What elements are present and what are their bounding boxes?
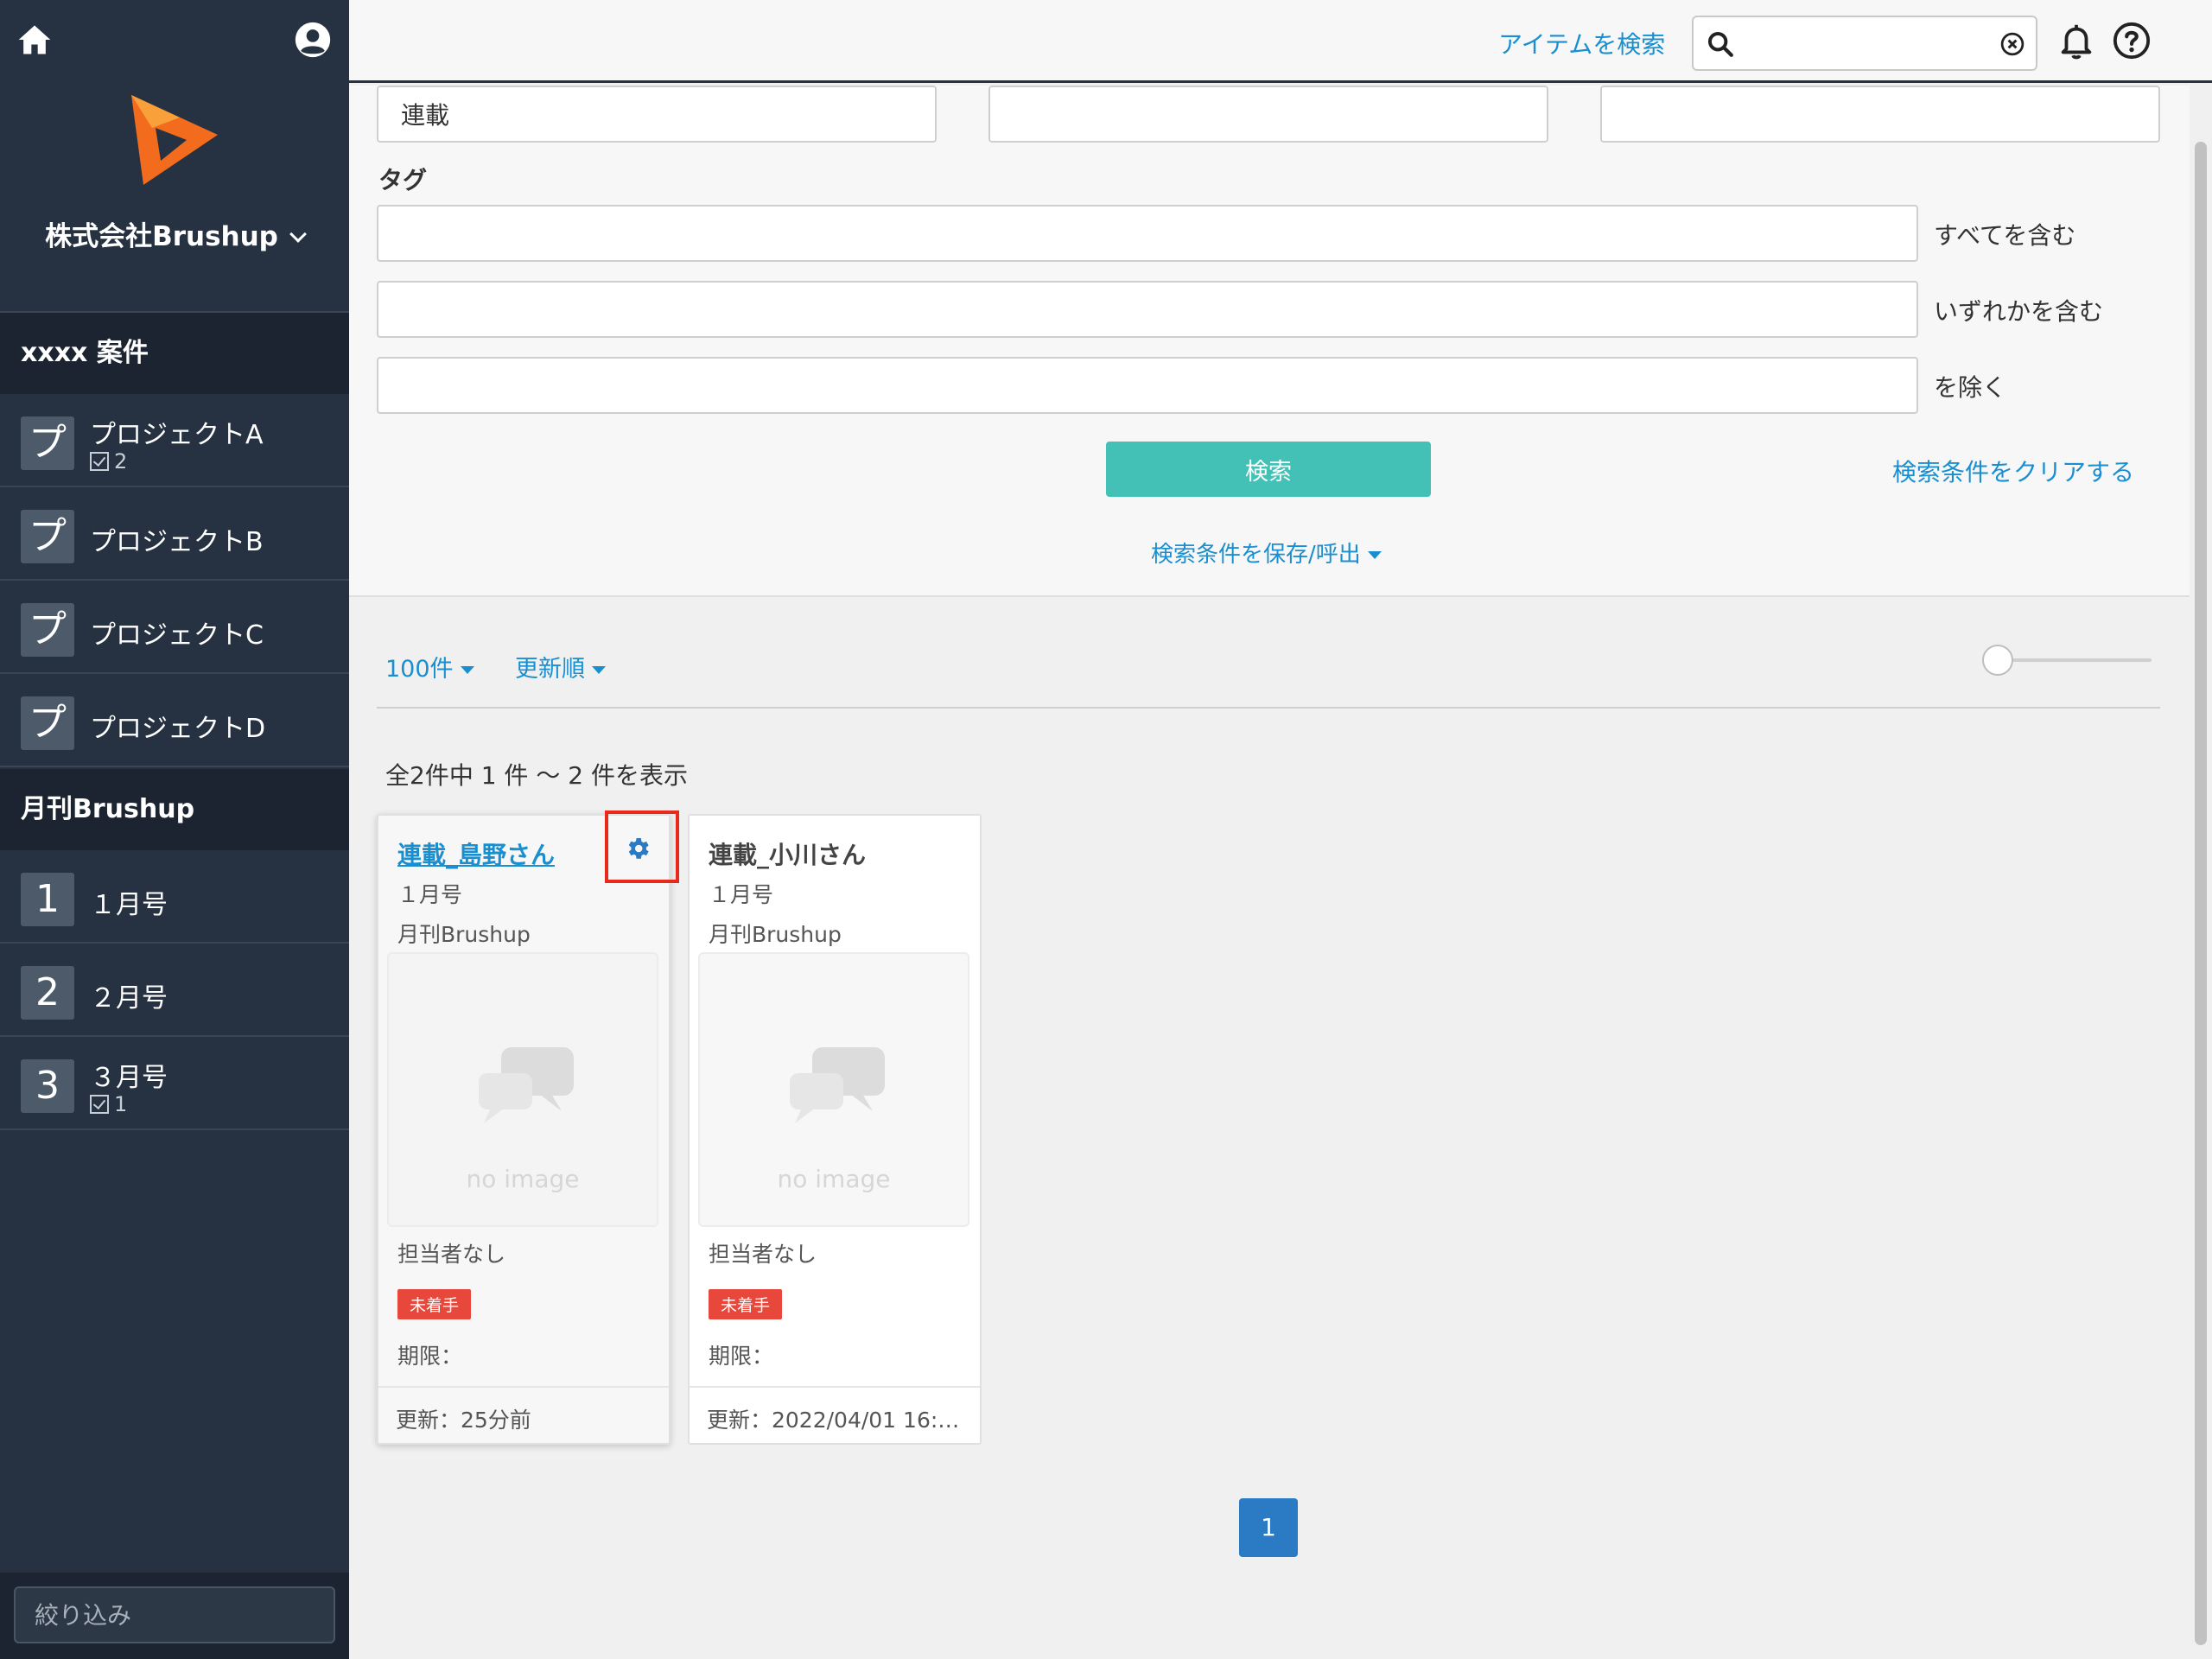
slider-handle[interactable]: [1982, 645, 2013, 676]
tag-include-all-input[interactable]: [377, 205, 1918, 262]
item-title-link[interactable]: 連載_小川さん: [709, 836, 866, 871]
sidebar-filter-area: [0, 1573, 349, 1659]
item-project: 月刊Brushup: [397, 922, 531, 947]
top-header: アイテムを検索: [349, 0, 2212, 83]
checkbox-icon: [90, 452, 109, 471]
brushup-logo: [131, 95, 218, 185]
item-updated: 更新：2022/04/01 16:…: [690, 1386, 980, 1445]
project-tile: プ: [21, 603, 74, 657]
result-count: 全2件中 1 件 〜 2 件を表示: [385, 761, 688, 790]
chevron-down-icon: [289, 226, 307, 243]
bell-icon[interactable]: [2056, 21, 2096, 60]
sidebar-item-issue-1[interactable]: 1 １月号: [0, 852, 349, 944]
sidebar-item-label: ３月号: [90, 1063, 168, 1093]
sort-order-dropdown[interactable]: 更新順: [515, 650, 606, 683]
item-card[interactable]: 連載_島野さん １月号 月刊Brushup no image 担当者なし 未着手…: [377, 814, 671, 1445]
user-account-icon[interactable]: [294, 21, 332, 59]
item-updated: 更新：25分前: [378, 1386, 669, 1445]
sidebar-item-project-b[interactable]: プ プロジェクトB: [0, 489, 349, 581]
save-load-label: 検索条件を保存/呼出: [1151, 542, 1361, 568]
tag-include-any-input[interactable]: [377, 281, 1918, 338]
sidebar-item-issue-3[interactable]: 3 ３月号 1: [0, 1039, 349, 1130]
sidebar-item-label: プロジェクトC: [90, 620, 264, 651]
task-count: 1: [90, 1092, 127, 1116]
no-image-text: no image: [777, 1165, 891, 1193]
item-title-link[interactable]: 連載_島野さん: [397, 836, 555, 871]
sidebar-item-project-c[interactable]: プ プロジェクトC: [0, 582, 349, 674]
sort-order-label: 更新順: [515, 656, 585, 683]
tag-label: タグ: [378, 166, 428, 194]
header-search-box[interactable]: [1692, 16, 2037, 71]
help-icon[interactable]: [2112, 21, 2152, 60]
company-name: 株式会社Brushup: [45, 221, 278, 252]
tag-op-include-any: いずれかを含む: [1934, 297, 2104, 326]
pagination-page-1[interactable]: 1: [1239, 1498, 1298, 1557]
page-size-label: 100件: [385, 656, 454, 683]
results-divider: [377, 707, 2160, 709]
checkbox-icon: [90, 1095, 109, 1114]
caret-down-icon: [460, 666, 474, 674]
sidebar-item-project-d[interactable]: プ プロジェクトD: [0, 676, 349, 767]
sidebar-item-label: １月号: [90, 890, 168, 920]
page-size-dropdown[interactable]: 100件: [385, 650, 474, 683]
task-count-value: 1: [114, 1092, 128, 1116]
comments-icon: [479, 1047, 574, 1123]
clear-icon[interactable]: [1999, 31, 2025, 57]
project-tile: プ: [21, 416, 74, 470]
comments-icon: [790, 1047, 885, 1123]
item-thumbnail[interactable]: no image: [387, 952, 658, 1227]
home-icon[interactable]: [16, 21, 54, 59]
company-switcher[interactable]: 株式会社Brushup: [0, 214, 349, 253]
gear-icon[interactable]: [624, 835, 652, 862]
caret-down-icon: [1367, 551, 1382, 559]
sidebar-item-label: プロジェクトD: [90, 714, 266, 744]
sidebar-group-header[interactable]: 月刊Brushup: [0, 769, 349, 850]
item-issue: １月号: [709, 882, 774, 907]
sidebar-item-issue-2[interactable]: 2 ２月号: [0, 945, 349, 1037]
no-image-text: no image: [466, 1165, 580, 1193]
sidebar-item-label: プロジェクトB: [90, 527, 264, 557]
search-field-1[interactable]: [377, 86, 937, 143]
search-icon: [1707, 31, 1733, 57]
item-search-link[interactable]: アイテムを検索: [1498, 26, 1665, 60]
task-count-value: 2: [114, 449, 128, 474]
tag-op-include-all: すべてを含む: [1934, 221, 2076, 250]
item-thumbnail[interactable]: no image: [698, 952, 969, 1227]
sidebar-item-label: ２月号: [90, 983, 168, 1014]
save-load-conditions-dropdown[interactable]: 検索条件を保存/呼出: [1151, 537, 1382, 569]
item-assignee: 担当者なし: [397, 1242, 506, 1267]
issue-tile: 1: [21, 873, 74, 926]
project-tile: プ: [21, 510, 74, 563]
tag-exclude-input[interactable]: [377, 357, 1918, 414]
status-badge: 未着手: [397, 1289, 472, 1319]
sidebar-item-label: プロジェクトA: [90, 420, 264, 450]
task-count: 2: [90, 449, 127, 474]
sidebar: 株式会社Brushup xxxx 案件 プ プロジェクトA 2 プ プロジェクト…: [0, 0, 349, 1659]
item-due-date: 期限：: [397, 1344, 463, 1369]
sidebar-group-header[interactable]: xxxx 案件: [0, 313, 349, 394]
status-badge: 未着手: [709, 1289, 783, 1319]
issue-tile: 2: [21, 966, 74, 1020]
scrollbar-thumb[interactable]: [2195, 142, 2207, 1645]
item-issue: １月号: [397, 882, 463, 907]
item-project: 月刊Brushup: [709, 922, 842, 947]
project-tile: プ: [21, 696, 74, 750]
sidebar-filter-input[interactable]: [14, 1586, 335, 1643]
tag-op-exclude: を除く: [1934, 373, 2007, 402]
item-assignee: 担当者なし: [709, 1242, 817, 1267]
search-field-3[interactable]: [1600, 86, 2160, 143]
issue-tile: 3: [21, 1059, 74, 1113]
item-due-date: 期限：: [709, 1344, 774, 1369]
search-field-2[interactable]: [988, 86, 1548, 143]
search-button[interactable]: 検索: [1106, 442, 1431, 497]
caret-down-icon: [592, 666, 606, 674]
header-search-input[interactable]: [1742, 24, 1984, 62]
search-conditions-panel: タグ すべてを含む いずれかを含む を除く 検索 検索条件をクリアする 検索条件…: [349, 86, 2190, 597]
sidebar-item-project-a[interactable]: プ プロジェクトA 2: [0, 396, 349, 487]
clear-conditions-link[interactable]: 検索条件をクリアする: [1892, 454, 2134, 488]
item-card[interactable]: 連載_小川さん １月号 月刊Brushup no image 担当者なし 未着手…: [688, 814, 982, 1445]
